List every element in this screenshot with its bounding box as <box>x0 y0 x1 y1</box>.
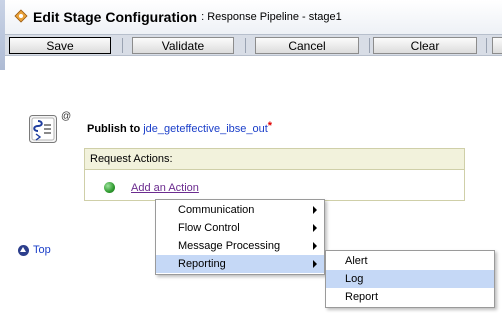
page-title: Edit Stage Configuration <box>33 9 198 25</box>
top-link-label: Top <box>33 244 51 256</box>
menu-item-label: Flow Control <box>178 222 240 234</box>
validate-button[interactable]: Validate <box>132 37 234 54</box>
page-header: Edit Stage Configuration : Response Pipe… <box>5 0 502 34</box>
submenu-arrow-icon <box>313 224 317 232</box>
toolbar: Save Validate Cancel Clear <box>5 34 502 56</box>
menu-item-communication[interactable]: Communication <box>156 201 324 219</box>
publish-target-link[interactable]: jde_geteffective_ibse_out <box>143 123 268 135</box>
submenu-item-log[interactable]: Log <box>326 270 494 288</box>
submenu-item-report[interactable]: Report <box>326 288 494 306</box>
menu-item-label: Report <box>345 291 379 303</box>
menu-item-label: Alert <box>345 255 368 267</box>
top-link[interactable]: Top <box>18 244 51 256</box>
status-dot-icon <box>104 182 115 193</box>
menu-item-label: Reporting <box>178 258 226 270</box>
publish-label: Publish to <box>87 123 141 135</box>
save-button[interactable]: Save <box>9 37 111 54</box>
clear-button[interactable]: Clear <box>373 37 477 54</box>
edit-stage-icon <box>14 9 28 23</box>
menu-item-label: Log <box>345 273 364 285</box>
submenu-arrow-icon <box>313 242 317 250</box>
add-action-link[interactable]: Add an Action <box>131 182 199 194</box>
menu-item-label: Communication <box>178 204 255 216</box>
toolbar-separator <box>486 38 487 53</box>
submenu-arrow-icon <box>313 260 317 268</box>
menu-item-flow-control[interactable]: Flow Control <box>156 219 324 237</box>
menu-item-reporting[interactable]: Reporting <box>156 255 324 273</box>
request-actions-header: Request Actions: <box>85 149 464 170</box>
annotation-icon[interactable]: @ <box>61 111 71 122</box>
reporting-submenu: Alert Log Report <box>325 250 495 308</box>
cancel-button[interactable]: Cancel <box>255 37 359 54</box>
toolbar-separator <box>122 38 123 53</box>
toolbar-overflow-button[interactable] <box>492 37 502 54</box>
required-marker: * <box>267 120 273 132</box>
submenu-arrow-icon <box>313 206 317 214</box>
publish-action: Publish to jde_geteffective_ibse_out* <box>87 120 273 135</box>
stage-node-icon[interactable] <box>29 115 57 143</box>
toolbar-separator <box>369 38 370 53</box>
menu-item-label: Message Processing <box>178 240 281 252</box>
submenu-item-alert[interactable]: Alert <box>326 252 494 270</box>
menu-item-message-processing[interactable]: Message Processing <box>156 237 324 255</box>
toolbar-separator <box>245 38 246 53</box>
page-subtitle: : Response Pipeline - stage1 <box>201 11 342 23</box>
arrow-up-circle-icon <box>18 244 29 256</box>
add-action-context-menu: Communication Flow Control Message Proce… <box>155 199 325 275</box>
